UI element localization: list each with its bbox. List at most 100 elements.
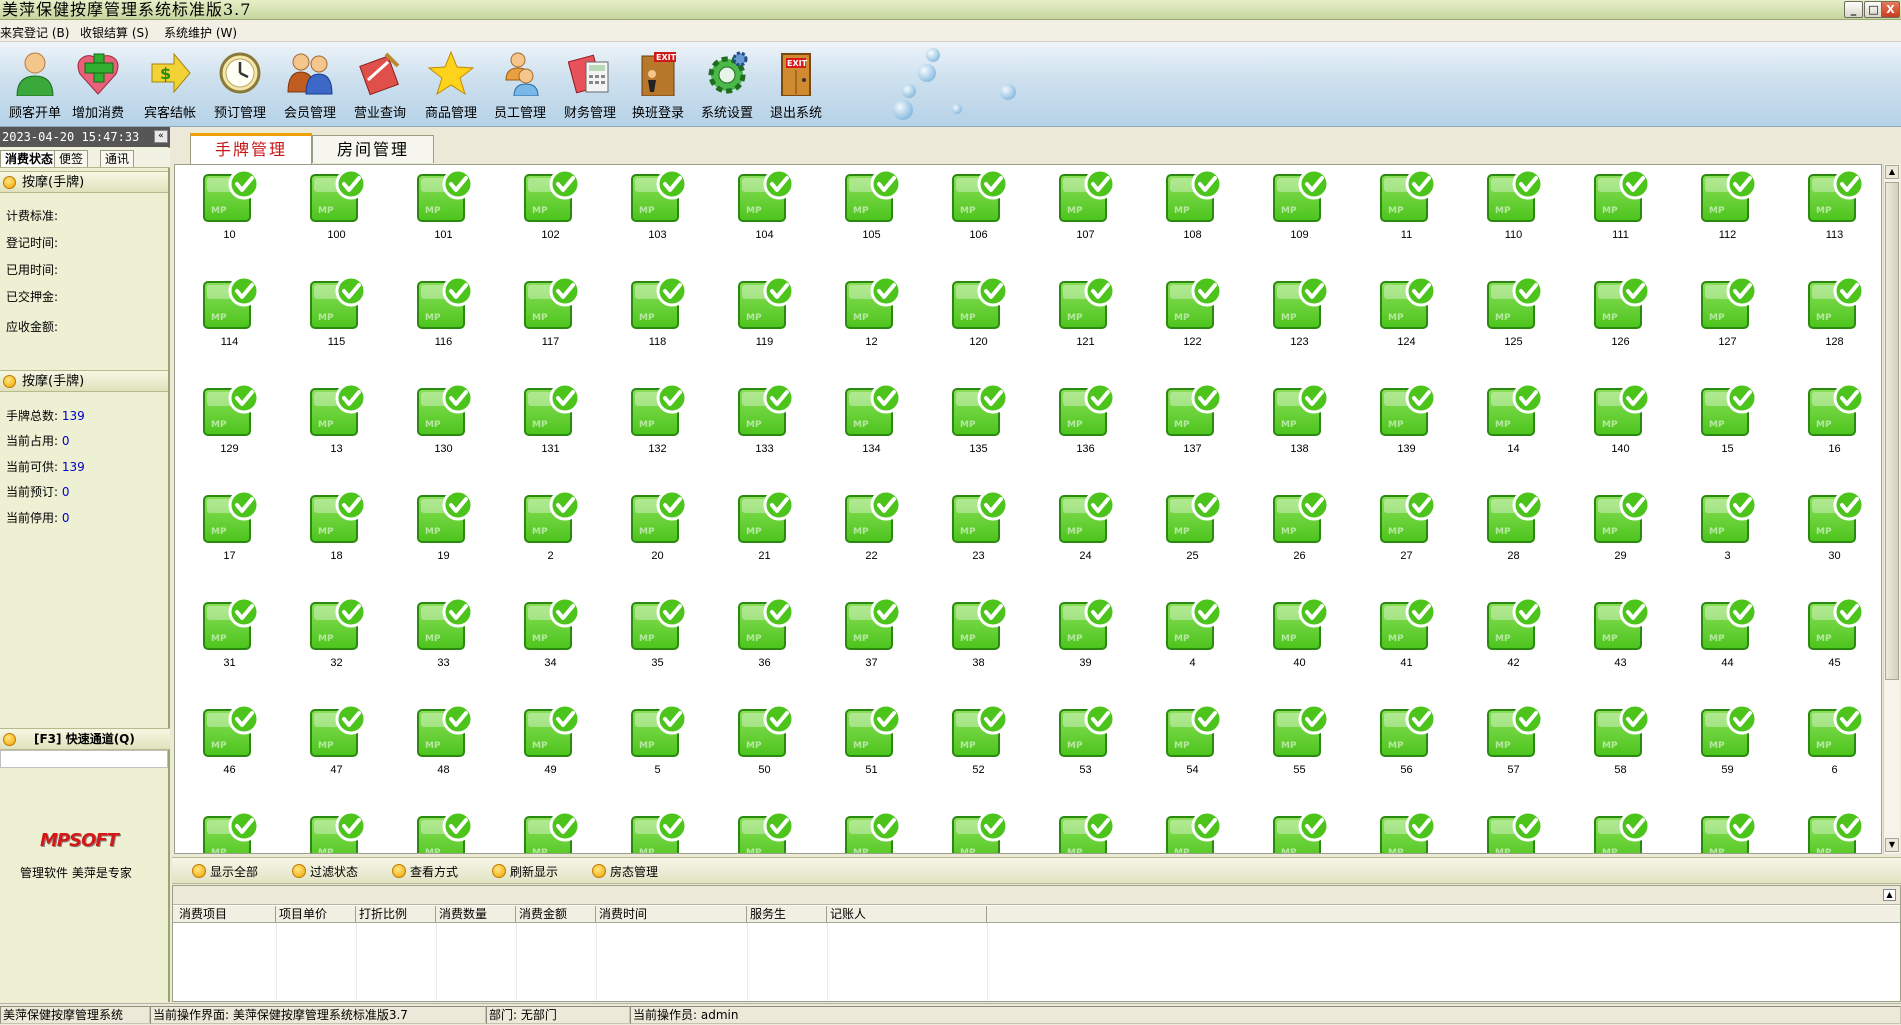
token-tile[interactable]: MP 111 <box>1567 165 1674 272</box>
token-tile[interactable]: MP 103 <box>604 165 711 272</box>
token-tile[interactable]: MP 124 <box>1353 272 1460 379</box>
tab-consumption-status[interactable]: 消费状态 <box>0 150 59 167</box>
token-tile[interactable]: MP 126 <box>1567 272 1674 379</box>
token-tile[interactable]: MP 21 <box>711 486 818 593</box>
token-tile[interactable]: MP 50 <box>711 700 818 807</box>
close-button[interactable]: X <box>1881 1 1900 18</box>
token-tile[interactable]: MP 58 <box>1567 700 1674 807</box>
col-bookkeeper[interactable]: 记账人 <box>827 906 987 923</box>
token-tile[interactable]: MP <box>604 807 711 853</box>
toolbar-system-settings-button[interactable]: 系统设置 <box>692 50 762 124</box>
toolbar-exit-system-button[interactable]: EXIT 退出系统 <box>761 50 831 124</box>
token-tile[interactable]: MP 135 <box>925 379 1032 486</box>
token-tile[interactable]: MP 57 <box>1460 700 1567 807</box>
minimize-button[interactable]: _ <box>1844 1 1863 18</box>
col-amount[interactable]: 消费金额 <box>516 906 596 923</box>
token-tile[interactable]: MP <box>1353 807 1460 853</box>
token-tile[interactable]: MP 110 <box>1460 165 1567 272</box>
section-header-tokens[interactable]: 按摩(手牌) <box>0 370 168 392</box>
col-quantity[interactable]: 消费数量 <box>436 906 516 923</box>
token-tile[interactable]: MP 120 <box>925 272 1032 379</box>
token-tile[interactable]: MP 37 <box>818 593 925 700</box>
token-tile[interactable]: MP 20 <box>604 486 711 593</box>
token-tile[interactable]: MP 102 <box>497 165 604 272</box>
token-tile[interactable]: MP 45 <box>1781 593 1881 700</box>
token-tile[interactable]: MP 22 <box>818 486 925 593</box>
scroll-down-arrow[interactable]: ▼ <box>1885 838 1899 852</box>
token-tile[interactable]: MP 56 <box>1353 700 1460 807</box>
token-tile[interactable]: MP 17 <box>176 486 283 593</box>
token-tile[interactable]: MP 108 <box>1139 165 1246 272</box>
token-tile[interactable]: MP 41 <box>1353 593 1460 700</box>
token-tile[interactable]: MP 107 <box>1032 165 1139 272</box>
col-discount[interactable]: 打折比例 <box>356 906 436 923</box>
token-tile[interactable]: MP 118 <box>604 272 711 379</box>
token-tile[interactable]: MP <box>711 807 818 853</box>
token-tile[interactable]: MP 23 <box>925 486 1032 593</box>
token-tile[interactable]: MP 25 <box>1139 486 1246 593</box>
token-tile[interactable]: MP 138 <box>1246 379 1353 486</box>
refresh-button[interactable]: 刷新显示 <box>492 863 558 880</box>
token-tile[interactable]: MP 49 <box>497 700 604 807</box>
token-tile[interactable]: MP 54 <box>1139 700 1246 807</box>
token-tile[interactable]: MP 106 <box>925 165 1032 272</box>
token-tile[interactable]: MP <box>1032 807 1139 853</box>
token-tile[interactable]: MP 128 <box>1781 272 1881 379</box>
token-tile[interactable]: MP 115 <box>283 272 390 379</box>
token-tile[interactable]: MP 31 <box>176 593 283 700</box>
token-tile[interactable]: MP 27 <box>1353 486 1460 593</box>
toolbar-checkout-button[interactable]: $ 宾客结帐 <box>135 50 205 124</box>
token-tile[interactable]: MP <box>176 807 283 853</box>
token-tile[interactable]: MP <box>1460 807 1567 853</box>
tab-token-management[interactable]: 手牌管理 <box>190 133 312 164</box>
token-tile[interactable]: MP <box>497 807 604 853</box>
token-tile[interactable]: MP 137 <box>1139 379 1246 486</box>
token-tile[interactable]: MP 35 <box>604 593 711 700</box>
token-tile[interactable]: MP <box>1246 807 1353 853</box>
scroll-thumb[interactable] <box>1885 182 1899 680</box>
token-tile[interactable]: MP 101 <box>390 165 497 272</box>
token-tile[interactable]: MP 3 <box>1674 486 1781 593</box>
col-waiter[interactable]: 服务生 <box>747 906 827 923</box>
token-tile[interactable]: MP 4 <box>1139 593 1246 700</box>
token-tile[interactable]: MP 100 <box>283 165 390 272</box>
menu-guest-register[interactable]: 来宾登记 (B) <box>0 24 69 41</box>
token-tile[interactable]: MP 109 <box>1246 165 1353 272</box>
token-tile[interactable]: MP 131 <box>497 379 604 486</box>
token-tile[interactable]: MP 44 <box>1674 593 1781 700</box>
view-mode-button[interactable]: 查看方式 <box>392 863 458 880</box>
show-all-button[interactable]: 显示全部 <box>192 863 258 880</box>
token-tile[interactable]: MP 38 <box>925 593 1032 700</box>
menu-checkout[interactable]: 收银结算 (S) <box>80 24 149 41</box>
token-tile[interactable]: MP 114 <box>176 272 283 379</box>
filter-status-button[interactable]: 过滤状态 <box>292 863 358 880</box>
token-tile[interactable]: MP 48 <box>390 700 497 807</box>
token-tile[interactable]: MP 40 <box>1246 593 1353 700</box>
expand-icon[interactable]: ▲ <box>1883 889 1896 901</box>
token-tile[interactable]: MP 19 <box>390 486 497 593</box>
token-tile[interactable]: MP <box>818 807 925 853</box>
token-tile[interactable]: MP 46 <box>176 700 283 807</box>
token-tile[interactable]: MP 42 <box>1460 593 1567 700</box>
token-tile[interactable]: MP 121 <box>1032 272 1139 379</box>
token-tile[interactable]: MP 14 <box>1460 379 1567 486</box>
toolbar-finance-button[interactable]: 财务管理 <box>555 50 625 124</box>
col-unit-price[interactable]: 项目单价 <box>276 906 356 923</box>
section-header-billing[interactable]: 按摩(手牌) <box>0 171 168 193</box>
token-tile[interactable]: MP 29 <box>1567 486 1674 593</box>
token-tile[interactable]: MP 117 <box>497 272 604 379</box>
toolbar-staff-button[interactable]: 员工管理 <box>485 50 555 124</box>
token-tile[interactable]: MP 134 <box>818 379 925 486</box>
token-tile[interactable]: MP 24 <box>1032 486 1139 593</box>
token-tile[interactable]: MP 132 <box>604 379 711 486</box>
token-tile[interactable]: MP 39 <box>1032 593 1139 700</box>
token-tile[interactable]: MP <box>390 807 497 853</box>
token-tile[interactable]: MP 28 <box>1460 486 1567 593</box>
token-tile[interactable]: MP 119 <box>711 272 818 379</box>
token-tile[interactable]: MP 55 <box>1246 700 1353 807</box>
token-tile[interactable]: MP 113 <box>1781 165 1881 272</box>
token-tile[interactable]: MP <box>925 807 1032 853</box>
token-tile[interactable]: MP <box>1139 807 1246 853</box>
token-tile[interactable]: MP 34 <box>497 593 604 700</box>
token-tile[interactable]: MP 16 <box>1781 379 1881 486</box>
